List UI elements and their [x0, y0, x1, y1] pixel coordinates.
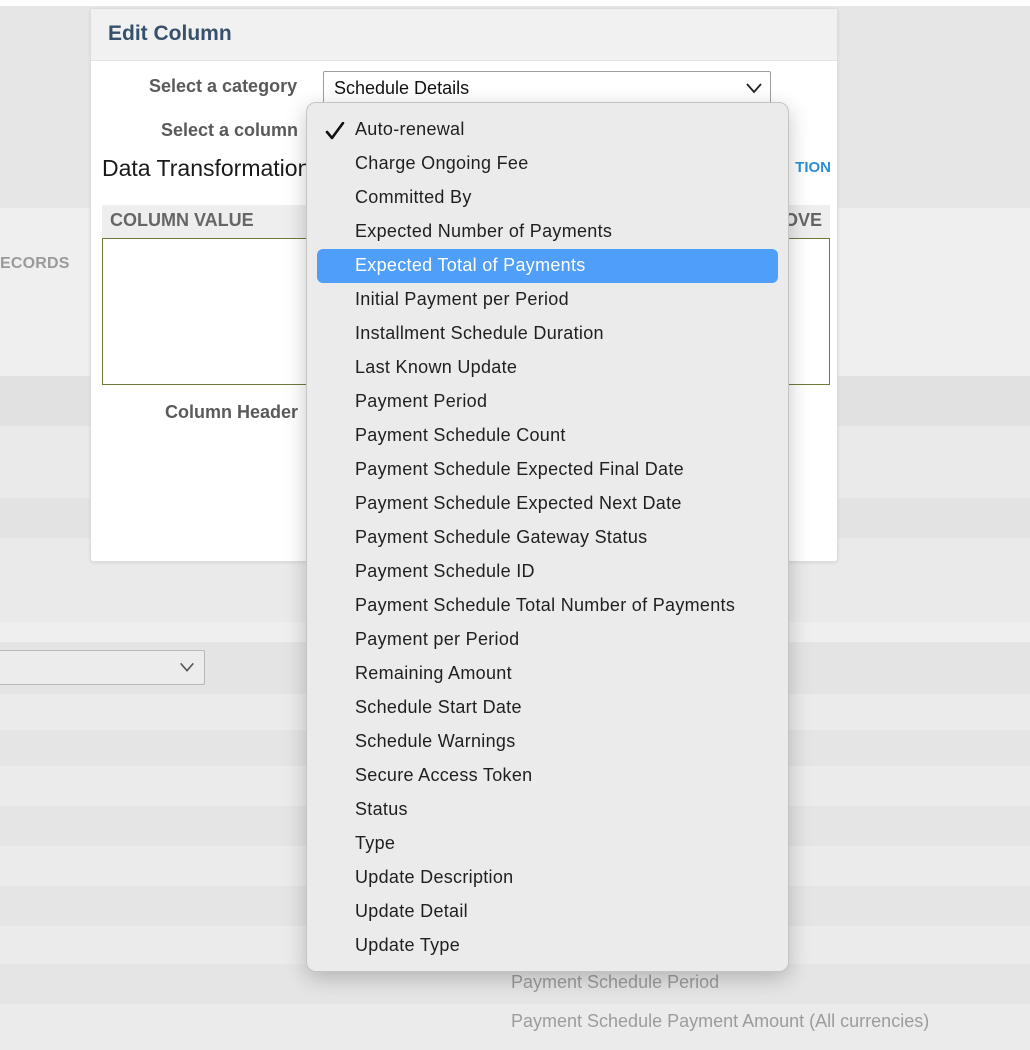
dropdown-option-label: Schedule Warnings [355, 731, 516, 751]
chevron-down-icon [746, 83, 762, 94]
dropdown-option-label: Payment Schedule Expected Next Date [355, 493, 682, 513]
dropdown-option-label: Update Detail [355, 901, 468, 921]
dropdown-option-label: Payment Schedule ID [355, 561, 535, 581]
dropdown-option[interactable]: Secure Access Token [317, 759, 778, 793]
dropdown-option-label: Last Known Update [355, 357, 518, 377]
records-label: ECORDS [0, 255, 70, 272]
dropdown-option[interactable]: Status [317, 793, 778, 827]
dropdown-option[interactable]: Payment Schedule ID [317, 555, 778, 589]
dropdown-option-label: Payment Schedule Gateway Status [355, 527, 648, 547]
category-select[interactable]: Schedule Details [323, 71, 771, 104]
column-dropdown-list[interactable]: Auto-renewal Charge Ongoing Fee Committed … [306, 102, 789, 972]
field-list-item[interactable]: Payment Schedule Period [511, 972, 719, 993]
dropdown-option[interactable]: Type [317, 827, 778, 861]
dropdown-option[interactable]: Expected Number of Payments [317, 215, 778, 249]
category-select-value: Schedule Details [334, 78, 470, 98]
dropdown-option-label: Status [355, 799, 408, 819]
category-label: Select a category [149, 76, 298, 96]
dropdown-option[interactable]: Committed By [317, 181, 778, 215]
dropdown-option[interactable]: Installment Schedule Duration [317, 317, 778, 351]
chevron-down-icon [180, 662, 194, 672]
dropdown-option[interactable]: Update Type [317, 929, 778, 963]
page-root: ECORDS Payment Schedule Period Payment S… [0, 0, 1030, 1050]
dropdown-option-label: Secure Access Token [355, 765, 533, 785]
dropdown-option-label: Auto-renewal [355, 119, 465, 139]
dropdown-option[interactable]: Payment Schedule Count [317, 419, 778, 453]
field-list-item[interactable]: Payment Schedule Payment Amount (All cur… [511, 1011, 929, 1032]
dropdown-option-label: Update Type [355, 935, 461, 955]
dropdown-option[interactable]: Payment Schedule Expected Next Date [317, 487, 778, 521]
column-value-header: COLUMN VALUE [110, 210, 254, 230]
dropdown-option[interactable]: Initial Payment per Period [317, 283, 778, 317]
dropdown-option[interactable]: Schedule Start Date [317, 691, 778, 725]
dropdown-option-label: Schedule Start Date [355, 697, 522, 717]
checkmark-icon [325, 122, 345, 140]
dropdown-option-label: Committed By [355, 187, 472, 207]
dropdown-option-label: Payment per Period [355, 629, 520, 649]
dropdown-option[interactable]: Remaining Amount [317, 657, 778, 691]
dropdown-option[interactable]: Auto-renewal [317, 113, 778, 147]
dropdown-option-label: Payment Period [355, 391, 488, 411]
remove-header: OVE [783, 210, 822, 230]
dropdown-option-label: Initial Payment per Period [355, 289, 569, 309]
dropdown-option[interactable]: Payment Schedule Gateway Status [317, 521, 778, 555]
dropdown-option-label: Update Description [355, 867, 514, 887]
bg-band [0, 0, 1030, 6]
dropdown-option-label: Installment Schedule Duration [355, 323, 604, 343]
add-transformation-link-text: TION [795, 159, 831, 176]
column-label: Select a column [161, 120, 299, 140]
dialog-title: Edit Column [108, 22, 232, 45]
dialog-header: Edit Column [91, 9, 837, 61]
dropdown-option[interactable]: Payment Schedule Expected Final Date [317, 453, 778, 487]
dropdown-option[interactable]: Update Description [317, 861, 778, 895]
dropdown-option-label: Payment Schedule Expected Final Date [355, 459, 684, 479]
dropdown-option[interactable]: Update Detail [317, 895, 778, 929]
data-transformation-title: Data Transformation [102, 155, 311, 181]
dropdown-option[interactable]: Payment Schedule Total Number of Payment… [317, 589, 778, 623]
column-header-label: Column Header [165, 402, 299, 422]
dropdown-option-label: Remaining Amount [355, 663, 512, 683]
dropdown-option[interactable]: Expected Total of Payments [317, 249, 778, 283]
dropdown-option-label: Payment Schedule Count [355, 425, 566, 445]
dropdown-option-label: Type [355, 833, 396, 853]
dropdown-option-label: Charge Ongoing Fee [355, 153, 529, 173]
dropdown-option[interactable]: Payment Period [317, 385, 778, 419]
dropdown-option[interactable]: Charge Ongoing Fee [317, 147, 778, 181]
dropdown-option[interactable]: Last Known Update [317, 351, 778, 385]
dropdown-option[interactable]: Payment per Period [317, 623, 778, 657]
background-select[interactable] [0, 650, 205, 685]
dropdown-option[interactable]: Schedule Warnings [317, 725, 778, 759]
dropdown-option-label: Expected Total of Payments [355, 255, 586, 275]
dropdown-option-label: Expected Number of Payments [355, 221, 613, 241]
dropdown-option-label: Payment Schedule Total Number of Payment… [355, 595, 736, 615]
